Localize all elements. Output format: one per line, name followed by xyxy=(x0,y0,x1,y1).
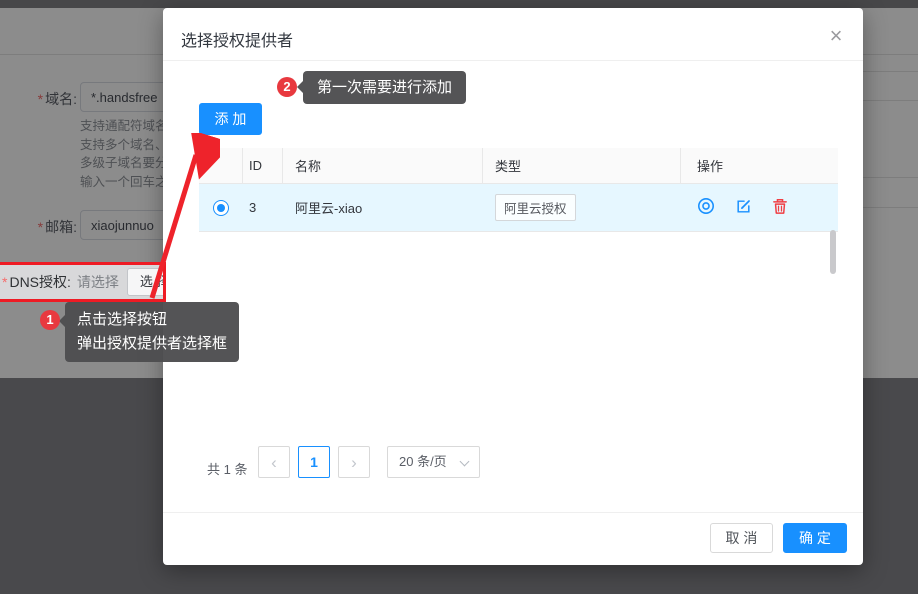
close-icon[interactable]: × xyxy=(818,18,854,54)
header-actions: 操作 xyxy=(681,156,838,175)
confirm-button[interactable]: 确 定 xyxy=(783,523,847,553)
tooltip-arrow xyxy=(297,81,303,93)
cell-type: 阿里云授权 xyxy=(483,194,681,221)
cancel-button[interactable]: 取 消 xyxy=(710,523,773,553)
page-size-select[interactable]: 20 条/页 xyxy=(387,446,480,478)
page-background: *域名: 支持通配符域名 支持多个域名、 多级子域名要分 输入一个回车之 *邮箱… xyxy=(0,0,918,594)
step1-badge: 1 xyxy=(40,310,60,330)
dialog-title: 选择授权提供者 xyxy=(181,27,293,51)
step2-text: 第一次需要进行添加 xyxy=(317,79,452,96)
chevron-down-icon xyxy=(460,457,470,467)
page-1-button[interactable]: 1 xyxy=(298,446,330,478)
view-button[interactable] xyxy=(697,197,715,218)
next-page-button[interactable]: › xyxy=(338,446,370,478)
required-asterisk: * xyxy=(2,274,7,290)
table-scrollbar[interactable] xyxy=(830,230,836,274)
step1-text-line1: 点击选择按钮 xyxy=(77,308,227,332)
step2-badge: 2 xyxy=(277,77,297,97)
header-divider xyxy=(163,60,863,61)
step1-text-line2: 弹出授权提供者选择框 xyxy=(77,332,227,356)
eye-icon xyxy=(697,197,715,218)
pagination-total: 共 1 条 xyxy=(207,454,247,486)
header-id: ID xyxy=(243,148,283,183)
cell-actions xyxy=(681,197,838,218)
dns-placeholder: 请选择 xyxy=(77,272,119,292)
add-button[interactable]: 添 加 xyxy=(199,103,262,135)
header-name: 名称 xyxy=(283,148,483,183)
step2-tooltip: 第一次需要进行添加 xyxy=(303,71,466,104)
trash-icon xyxy=(772,198,788,218)
page-size-value: 20 条/页 xyxy=(399,454,447,469)
footer-divider xyxy=(163,512,863,513)
cell-id: 3 xyxy=(243,200,283,215)
table-row[interactable]: 3 阿里云-xiao 阿里云授权 xyxy=(199,184,838,232)
step1-tooltip: 点击选择按钮 弹出授权提供者选择框 xyxy=(65,302,239,362)
cell-name: 阿里云-xiao xyxy=(283,198,483,217)
type-tag: 阿里云授权 xyxy=(495,194,576,221)
dns-field-label: DNS授权: xyxy=(9,272,70,292)
prev-page-button[interactable]: ‹ xyxy=(258,446,290,478)
header-type: 类型 xyxy=(483,148,681,183)
delete-button[interactable] xyxy=(772,198,788,218)
annotation-arrow xyxy=(130,133,220,311)
edit-button[interactable] xyxy=(735,198,752,218)
table-header-row: ID 名称 类型 操作 xyxy=(199,148,838,184)
edit-icon xyxy=(735,198,752,218)
select-provider-dialog: 选择授权提供者 × 添 加 ID 名称 类型 操作 3 阿里云-xiao 阿里云… xyxy=(163,8,863,565)
providers-table: ID 名称 类型 操作 3 阿里云-xiao 阿里云授权 xyxy=(199,148,838,232)
